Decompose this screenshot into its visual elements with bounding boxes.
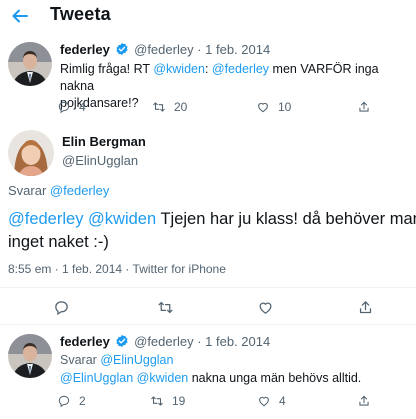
mention-link[interactable]: @ElinUgglan [60, 371, 133, 385]
author-handle[interactable]: @ElinUgglan [62, 153, 138, 168]
replying-to: Svarar @ElinUgglan [60, 352, 173, 369]
author-name[interactable]: federley [60, 334, 110, 349]
reply-button[interactable]: 2 [57, 394, 86, 408]
author-handle[interactable]: @federley [134, 42, 193, 57]
avatar[interactable] [8, 334, 52, 378]
like-count: 10 [278, 100, 292, 114]
heart-icon [259, 396, 269, 407]
author-name[interactable]: Elin Bergman [62, 134, 146, 149]
mention-link[interactable]: @kwiden [137, 371, 189, 385]
tweet-text: @ElinUgglan @kwiden nakna unga män behöv… [60, 370, 361, 387]
share-icon [359, 301, 372, 314]
retweet-icon [158, 301, 173, 314]
mention-link[interactable]: @ElinUgglan [100, 353, 173, 367]
reply-icon [55, 301, 68, 316]
tweet-date[interactable]: · 1 feb. 2014 [197, 42, 270, 57]
retweet-button[interactable]: 19 [150, 394, 185, 408]
author-name[interactable]: federley [60, 42, 110, 57]
page-title: Tweeta [50, 4, 111, 24]
author-handle[interactable]: @federley [134, 334, 193, 349]
mention-link[interactable]: @federley [212, 62, 269, 76]
share-icon [359, 395, 369, 406]
tweet-text-part: Rimlig fråga! RT [60, 62, 154, 76]
reply-count: 4 [79, 100, 86, 114]
back-arrow-icon[interactable] [10, 6, 30, 26]
like-button[interactable]: 4 [257, 394, 286, 408]
mention-link[interactable]: @federley [50, 183, 109, 198]
replying-to-label: Svarar [60, 353, 97, 367]
verified-badge-icon [115, 42, 128, 56]
tweet-metadata[interactable]: 8:55 em · 1 feb. 2014 · Twitter for iPho… [8, 262, 226, 276]
reply-button[interactable]: 4 [57, 100, 86, 114]
share-button[interactable] [357, 394, 371, 408]
tweet-text-part: nakna unga män behövs alltid. [188, 371, 362, 385]
retweet-count: 20 [174, 100, 188, 114]
heart-icon [258, 102, 268, 113]
avatar[interactable] [8, 130, 54, 176]
like-button[interactable]: 10 [256, 100, 291, 114]
reply-count: 2 [79, 394, 86, 408]
like-count: 4 [279, 394, 286, 408]
like-button[interactable] [257, 299, 274, 316]
reply-icon [58, 101, 70, 114]
retweet-button[interactable] [157, 299, 174, 316]
mention-link[interactable]: @federley [8, 210, 83, 228]
tweet-text-part: inget naket :-) [8, 233, 109, 251]
retweet-icon [151, 396, 163, 406]
divider [0, 324, 416, 325]
retweet-icon [153, 102, 165, 112]
share-icon [359, 101, 369, 112]
replying-to: Svarar @federley [8, 183, 109, 198]
retweet-button[interactable]: 20 [152, 100, 187, 114]
divider [0, 287, 416, 288]
reply-icon [58, 395, 70, 408]
mention-link[interactable]: @kwiden [88, 210, 156, 228]
tweet-date[interactable]: · 1 feb. 2014 [197, 334, 270, 349]
retweet-count: 19 [172, 394, 186, 408]
verified-badge-icon [115, 334, 128, 348]
heart-icon [259, 302, 272, 314]
replying-to-label: Svarar [8, 183, 47, 198]
tweet-text-part: : [204, 62, 212, 76]
reply-button[interactable] [53, 299, 70, 316]
share-button[interactable] [357, 299, 374, 316]
header-bar: Tweeta [0, 0, 416, 32]
main-tweet-text: @federley @kwiden Tjejen har ju klass! d… [8, 208, 416, 254]
avatar[interactable] [8, 42, 52, 86]
share-button[interactable] [357, 100, 371, 114]
tweet-text-part: Tjejen har ju klass! då behöver man [156, 210, 416, 228]
mention-link[interactable]: @kwiden [153, 62, 205, 76]
